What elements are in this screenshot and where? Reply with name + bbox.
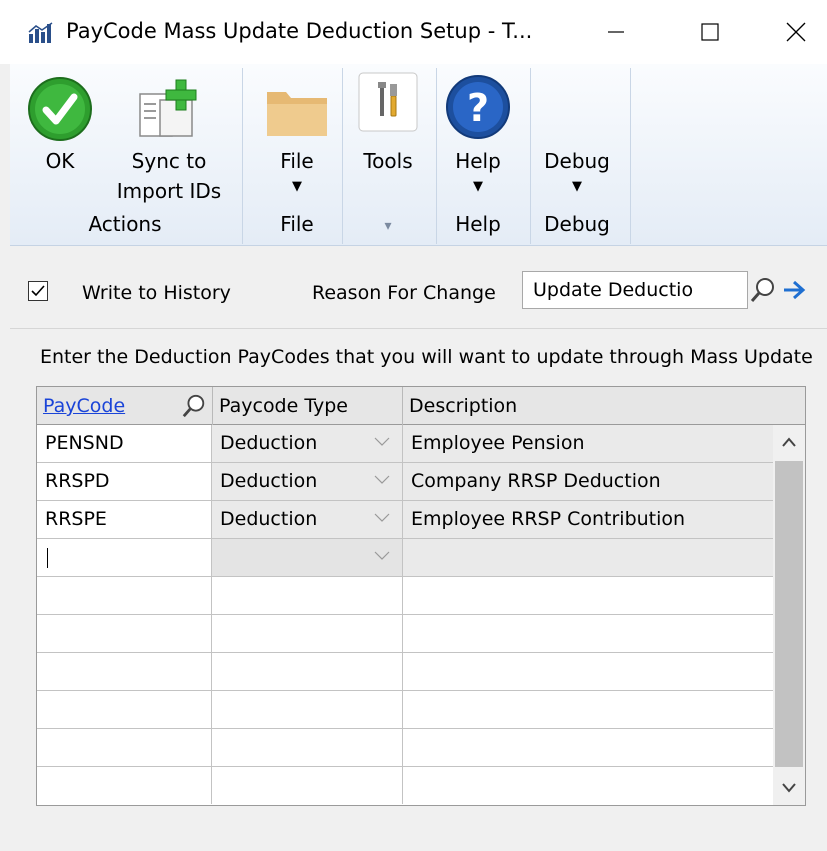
paycode-type-value: Deduction — [220, 470, 318, 492]
tools-group-expander[interactable]: ▾ — [350, 218, 426, 234]
table-row-blank[interactable] — [37, 577, 773, 615]
chevron-down-icon — [374, 551, 390, 560]
grid-scrollbar[interactable] — [773, 425, 805, 805]
tools-label: Tools — [363, 149, 413, 173]
table-row[interactable]: PENSND Deduction Employee Pension — [37, 425, 773, 463]
help-dropdown-arrow: ▼ — [473, 179, 483, 194]
table-row-new-entry[interactable] — [37, 539, 773, 577]
paycode-cell[interactable]: PENSND — [37, 425, 212, 462]
ok-button[interactable]: OK — [22, 70, 98, 210]
chevron-down-icon — [374, 437, 390, 446]
file-dropdown-arrow: ▼ — [292, 179, 302, 194]
table-row[interactable]: RRSPD Deduction Company RRSP Deduction — [37, 463, 773, 501]
write-to-history-checkbox[interactable] — [28, 281, 48, 301]
paycode-grid: PayCode Paycode Type Description PENSND … — [36, 386, 806, 806]
lookup-magnifier-icon — [182, 394, 205, 418]
help-label: Help — [455, 149, 501, 173]
paycode-lookup-button[interactable] — [177, 389, 211, 423]
sync-import-ids-button[interactable]: Sync to Import IDs — [114, 70, 224, 210]
file-label: File — [280, 149, 314, 173]
paycode-type-value: Deduction — [220, 508, 318, 530]
paycode-type-cell[interactable] — [212, 539, 403, 576]
minimize-icon — [608, 31, 624, 33]
debug-label: Debug — [544, 149, 610, 173]
maximize-button[interactable] — [680, 10, 740, 54]
paycode-cell[interactable]: RRSPE — [37, 501, 212, 538]
paycode-type-cell[interactable]: Deduction — [212, 463, 403, 500]
reason-lookup-button[interactable] — [747, 271, 779, 309]
arrow-right-icon — [784, 280, 806, 300]
app-chart-icon — [28, 22, 53, 43]
check-icon — [28, 77, 92, 141]
file-group-label: File — [280, 212, 314, 236]
paycode-cell[interactable]: RRSPD — [37, 463, 212, 500]
scroll-down-button[interactable] — [773, 771, 805, 805]
table-row-blank[interactable] — [37, 653, 773, 691]
grid-header: PayCode Paycode Type Description — [37, 387, 805, 425]
folder-icon — [267, 92, 327, 136]
description-cell: Employee Pension — [403, 425, 773, 462]
scroll-up-button[interactable] — [773, 425, 805, 459]
sync-import-icon — [139, 79, 197, 137]
table-row[interactable]: RRSPE Deduction Employee RRSP Contributi… — [37, 501, 773, 539]
reason-for-change-input[interactable]: Update Deductio — [522, 271, 748, 309]
maximize-icon — [701, 23, 719, 41]
help-icon: ? — [446, 75, 510, 139]
close-button[interactable] — [766, 10, 826, 54]
write-to-history-label: Write to History — [82, 282, 231, 304]
debug-dropdown-arrow: ▼ — [572, 179, 582, 194]
description-cell: Employee RRSP Contribution — [403, 501, 773, 538]
ribbon-toolbar: OK Sync to Import IDs Actions File ▼ Fil… — [10, 64, 827, 246]
lookup-magnifier-icon — [750, 278, 774, 302]
help-group-label: Help — [455, 212, 501, 236]
scroll-thumb[interactable] — [775, 461, 803, 767]
grid-instruction-text: Enter the Deduction PayCodes that you wi… — [40, 346, 813, 368]
close-icon — [786, 22, 806, 42]
paycode-type-value: Deduction — [220, 432, 318, 454]
paycode-type-cell[interactable]: Deduction — [212, 425, 403, 462]
table-row-blank[interactable] — [37, 615, 773, 653]
table-row-blank[interactable] — [37, 767, 773, 805]
paycode-entry-cell[interactable] — [37, 539, 212, 576]
description-column-header: Description — [409, 395, 518, 417]
file-menu-button[interactable]: File ▼ — [254, 70, 340, 210]
actions-group-label: Actions — [88, 212, 162, 236]
ok-label: OK — [45, 149, 75, 173]
reason-goto-button[interactable] — [777, 271, 811, 309]
chevron-down-icon — [782, 783, 796, 793]
debug-group-label: Debug — [544, 212, 610, 236]
tools-icon — [358, 72, 418, 132]
paycode-type-cell[interactable]: Deduction — [212, 501, 403, 538]
ribbon-separator — [630, 68, 631, 244]
debug-menu-button[interactable]: Debug ▼ — [532, 70, 622, 210]
ribbon-separator — [242, 68, 243, 244]
chevron-down-icon — [374, 475, 390, 484]
ribbon-separator — [342, 68, 343, 244]
sync-label-line2: Import IDs — [116, 179, 222, 203]
chevron-down-icon — [374, 513, 390, 522]
checkmark-icon — [31, 285, 45, 297]
minimize-button[interactable] — [586, 10, 646, 54]
ribbon-separator — [436, 68, 437, 244]
tools-button[interactable]: Tools — [350, 70, 426, 210]
paycode-type-column-header: Paycode Type — [213, 387, 403, 425]
reason-for-change-label: Reason For Change — [312, 282, 496, 304]
table-row-blank[interactable] — [37, 729, 773, 767]
svg-text:?: ? — [467, 86, 489, 130]
ribbon-separator — [530, 68, 531, 244]
sync-label-line1: Sync to — [131, 149, 207, 173]
text-caret — [47, 547, 48, 568]
title-bar: PayCode Mass Update Deduction Setup - T.… — [0, 0, 827, 64]
table-row-blank[interactable] — [37, 691, 773, 729]
options-row: Write to History Reason For Change Updat… — [10, 247, 827, 329]
window-title: PayCode Mass Update Deduction Setup - T.… — [66, 19, 533, 43]
description-cell: Company RRSP Deduction — [403, 463, 773, 500]
help-menu-button[interactable]: ? Help ▼ — [440, 70, 516, 210]
description-cell — [403, 539, 773, 576]
chevron-up-icon — [782, 437, 796, 447]
